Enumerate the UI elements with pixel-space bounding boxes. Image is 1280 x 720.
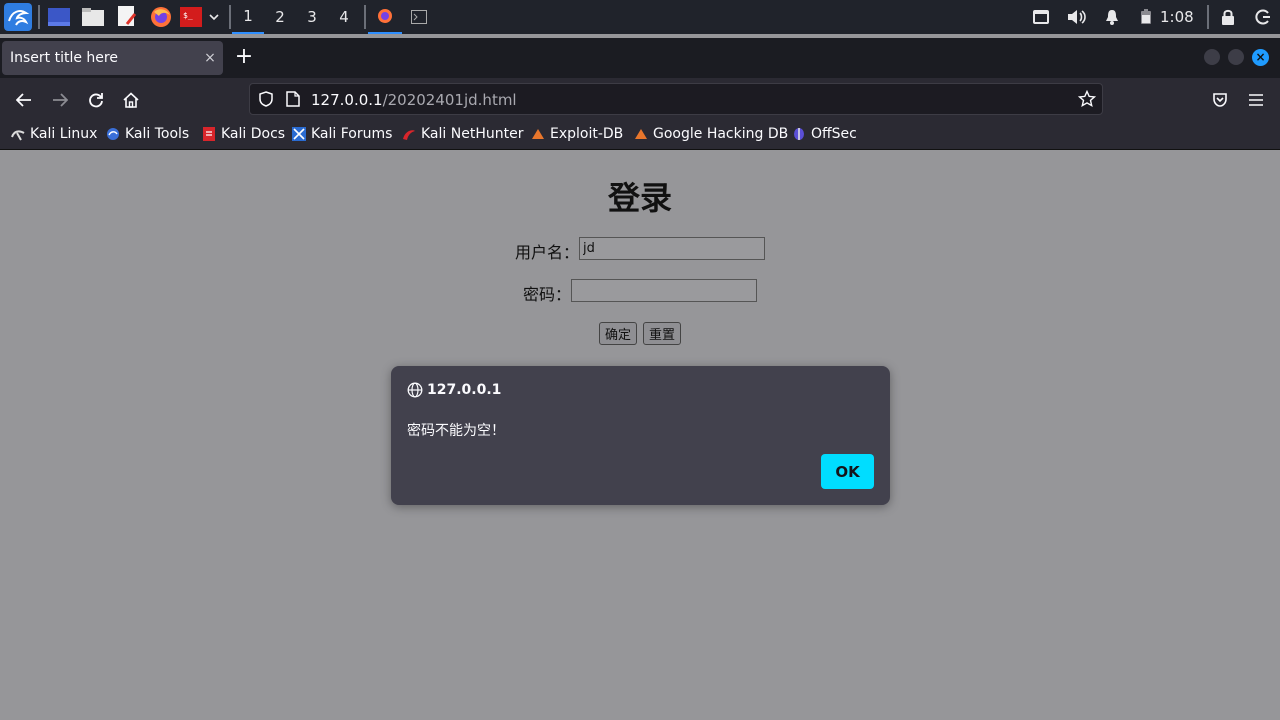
bookmarks-toolbar: Kali Linux Kali Tools Kali Docs Kali For… [0,120,1280,150]
hamburger-menu-icon[interactable] [1243,87,1269,113]
show-desktop-icon[interactable] [47,6,71,28]
kali-dragon-icon [11,127,25,141]
close-window-button[interactable]: × [1252,49,1269,66]
kali-nethunter-icon [402,127,416,141]
submit-button[interactable]: 确定 [599,322,638,345]
kali-tools-icon [106,127,120,141]
workspace-3[interactable]: 3 [296,0,328,34]
reload-icon[interactable] [83,87,109,113]
bookmark-google-hacking-db[interactable]: Google Hacking DB [634,126,788,142]
browser-tab-bar: Insert title here × + [0,38,1280,78]
bookmark-label: Kali Linux [30,126,98,142]
kali-forums-icon [292,127,306,141]
kali-docs-icon [202,127,216,141]
workspace-4[interactable]: 4 [328,0,360,34]
terminal-launcher-icon[interactable]: $_ [179,6,203,28]
bookmark-label: Kali NetHunter [421,126,524,142]
bookmark-kali-docs[interactable]: Kali Docs [202,126,285,142]
bookmark-kali-linux[interactable]: Kali Linux [11,126,97,142]
chevron-down-icon[interactable] [206,8,222,26]
home-icon[interactable] [118,87,144,113]
bookmark-label: Kali Forums [311,126,393,142]
firefox-launcher-icon[interactable] [149,5,173,29]
panel-separator [364,5,366,29]
logout-icon[interactable] [1253,7,1273,27]
display-icon[interactable] [1031,7,1051,27]
new-tab-button[interactable]: + [231,46,257,70]
bookmark-label: Google Hacking DB [653,126,789,142]
exploit-db-icon [531,127,545,141]
pocket-icon[interactable] [1207,87,1233,113]
bookmark-label: OffSec [811,126,857,142]
password-input[interactable] [571,279,757,302]
svg-text:$_: $_ [183,11,193,20]
offsec-icon [792,127,806,141]
taskbar-terminal[interactable] [402,0,436,34]
username-label: 用户名： [515,243,580,262]
panel-separator [229,5,231,29]
file-manager-icon[interactable] [81,6,105,28]
username-input[interactable] [579,237,765,260]
dialog-origin-text: 127.0.0.1 [427,382,502,398]
bookmark-label: Kali Docs [221,126,286,142]
workspace-1[interactable]: 1 [232,0,264,34]
tracking-shield-icon[interactable] [258,91,274,111]
battery-icon[interactable] [1136,7,1156,27]
globe-icon [407,382,423,398]
maximize-window-button[interactable] [1228,49,1244,65]
bookmark-star-icon[interactable] [1077,89,1097,112]
text-editor-icon[interactable] [115,5,139,29]
panel-clock[interactable]: 1:08 [1160,6,1194,28]
desktop-panel: $_ 1 2 3 4 1:08 [0,0,1280,34]
google-hacking-db-icon [634,127,648,141]
page-info-icon[interactable] [286,91,300,111]
taskbar-firefox[interactable] [368,0,402,34]
panel-separator [1207,5,1209,29]
bookmark-offsec[interactable]: OffSec [792,126,857,142]
workspace-2[interactable]: 2 [264,0,296,34]
dialog-origin: 127.0.0.1 [407,382,501,398]
notification-bell-icon[interactable] [1102,7,1122,27]
bookmark-exploit-db[interactable]: Exploit-DB [531,126,623,142]
bookmark-kali-nethunter[interactable]: Kali NetHunter [402,126,523,142]
password-label: 密码： [523,285,572,304]
close-tab-icon[interactable]: × [197,50,223,66]
bookmark-kali-forums[interactable]: Kali Forums [292,126,392,142]
url-host: 127.0.0.1 [311,91,383,109]
back-arrow-icon[interactable] [11,87,37,113]
url-text[interactable]: 127.0.0.1/20202401jd.html [311,91,517,109]
volume-icon[interactable] [1066,7,1088,27]
bookmark-label: Kali Tools [125,126,190,142]
panel-separator [38,5,40,29]
minimize-window-button[interactable] [1204,49,1220,65]
dialog-message: 密码不能为空！ [407,423,505,439]
forward-arrow-icon[interactable] [47,87,73,113]
ok-button[interactable]: OK [821,454,874,489]
url-bar[interactable]: 127.0.0.1/20202401jd.html [249,83,1103,115]
page-title: 登录 [607,179,672,217]
bookmark-kali-tools[interactable]: Kali Tools [106,126,189,142]
bookmark-label: Exploit-DB [550,126,624,142]
reset-button[interactable]: 重置 [643,322,682,345]
alert-dialog: 127.0.0.1 密码不能为空！ OK [391,366,890,505]
kali-menu-icon[interactable] [3,2,33,32]
tab-insert-title-here[interactable]: Insert title here × [2,41,223,75]
lock-icon[interactable] [1218,7,1238,27]
url-path: /20202401jd.html [382,91,517,109]
tab-title: Insert title here [10,50,118,66]
